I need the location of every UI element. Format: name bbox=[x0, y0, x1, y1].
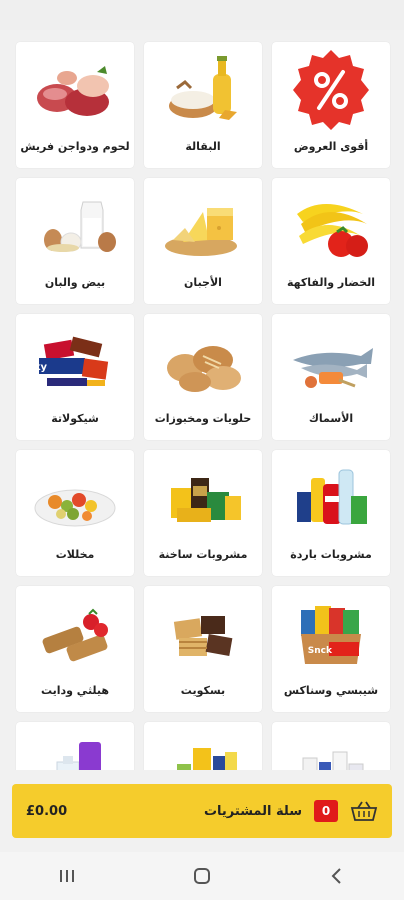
recents-button[interactable] bbox=[47, 856, 87, 896]
category-card-fish[interactable]: الأسماك bbox=[272, 314, 390, 440]
category-card-healthy-diet[interactable]: هيلثي ودايت bbox=[16, 586, 134, 712]
category-card-offers[interactable]: أقوى العروض bbox=[272, 42, 390, 168]
category-card-cheese[interactable]: الأجبان bbox=[144, 178, 262, 304]
category-card-grocery[interactable]: البقالة bbox=[144, 42, 262, 168]
svg-text:Snck: Snck bbox=[308, 646, 333, 656]
category-label: الخضار والفاكهة bbox=[286, 276, 376, 289]
category-card-chips-snacks[interactable]: Snck شيبسي وسناكس bbox=[272, 586, 390, 712]
grocery-oil-flour-icon bbox=[155, 48, 251, 130]
category-grid: أقوى العروض البقالة لحوم ودواجن فريش الخ… bbox=[0, 30, 404, 770]
personal-care-icon bbox=[283, 728, 379, 770]
fish-icon bbox=[283, 320, 379, 402]
category-card-household[interactable] bbox=[144, 722, 262, 770]
cold-drinks-icon bbox=[283, 456, 379, 538]
cheese-icon bbox=[155, 184, 251, 266]
offers-percent-icon bbox=[283, 48, 379, 130]
category-card-meat[interactable]: لحوم ودواجن فريش bbox=[16, 42, 134, 168]
back-button[interactable] bbox=[317, 856, 357, 896]
category-card-cleaning[interactable] bbox=[16, 722, 134, 770]
category-card-cold-drinks[interactable]: مشروبات باردة bbox=[272, 450, 390, 576]
category-label: هيلثي ودايت bbox=[40, 684, 110, 697]
category-card-hot-drinks[interactable]: مشروبات ساخنة bbox=[144, 450, 262, 576]
chips-snacks-icon: Snck bbox=[283, 592, 379, 674]
category-label: البقالة bbox=[185, 140, 221, 153]
category-card-personal-care[interactable] bbox=[272, 722, 390, 770]
category-label: مشروبات باردة bbox=[290, 548, 372, 561]
cart-bar[interactable]: £0.00 0 سلة المشتريات bbox=[12, 784, 392, 838]
hot-drinks-icon bbox=[155, 456, 251, 538]
cart-title: سلة المشتريات bbox=[203, 803, 302, 819]
svg-text:Milky: Milky bbox=[27, 362, 47, 373]
cart-total: £0.00 bbox=[26, 803, 68, 819]
bakery-icon bbox=[155, 320, 251, 402]
category-card-biscuits[interactable]: بسكويت bbox=[144, 586, 262, 712]
basket-icon bbox=[350, 801, 378, 821]
healthy-diet-icon bbox=[27, 592, 123, 674]
recents-icon bbox=[60, 870, 75, 882]
fruits-vegetables-icon bbox=[283, 184, 379, 266]
category-card-bakery[interactable]: حلويات ومخبوزات bbox=[144, 314, 262, 440]
cart-count-badge: 0 bbox=[314, 800, 338, 822]
cleaning-supplies-icon bbox=[27, 728, 123, 770]
category-label: حلويات ومخبوزات bbox=[154, 412, 252, 425]
status-bar bbox=[0, 0, 404, 30]
fresh-meat-icon bbox=[27, 48, 123, 130]
home-icon bbox=[193, 868, 210, 884]
category-label: لحوم ودواجن فريش bbox=[20, 140, 130, 153]
category-label: بيض والبان bbox=[44, 276, 106, 289]
household-cleaning-icon bbox=[155, 728, 251, 770]
category-label: مشروبات ساخنة bbox=[158, 548, 248, 561]
category-card-eggs-dairy[interactable]: بيض والبان bbox=[16, 178, 134, 304]
biscuits-icon bbox=[155, 592, 251, 674]
category-label: الأجبان bbox=[184, 276, 222, 289]
category-card-chocolate[interactable]: Milky شيكولاتة bbox=[16, 314, 134, 440]
chocolate-icon: Milky bbox=[27, 320, 123, 402]
category-card-pickles[interactable]: مخللات bbox=[16, 450, 134, 576]
pickles-icon bbox=[27, 456, 123, 538]
category-label: شيكولاتة bbox=[51, 412, 99, 425]
eggs-milk-icon bbox=[27, 184, 123, 266]
category-label: الأسماك bbox=[308, 412, 354, 425]
category-label: بسكويت bbox=[180, 684, 226, 697]
category-label: أقوى العروض bbox=[293, 140, 369, 153]
home-button[interactable] bbox=[182, 856, 222, 896]
cart-summary: 0 سلة المشتريات bbox=[204, 799, 378, 823]
category-card-fruits-vegetables[interactable]: الخضار والفاكهة bbox=[272, 178, 390, 304]
category-grid-scroll[interactable]: أقوى العروض البقالة لحوم ودواجن فريش الخ… bbox=[0, 30, 404, 770]
system-nav-bar bbox=[0, 852, 404, 900]
back-icon bbox=[331, 868, 341, 884]
category-label: مخللات bbox=[55, 548, 95, 561]
category-label: شيبسي وسناكس bbox=[283, 684, 379, 697]
